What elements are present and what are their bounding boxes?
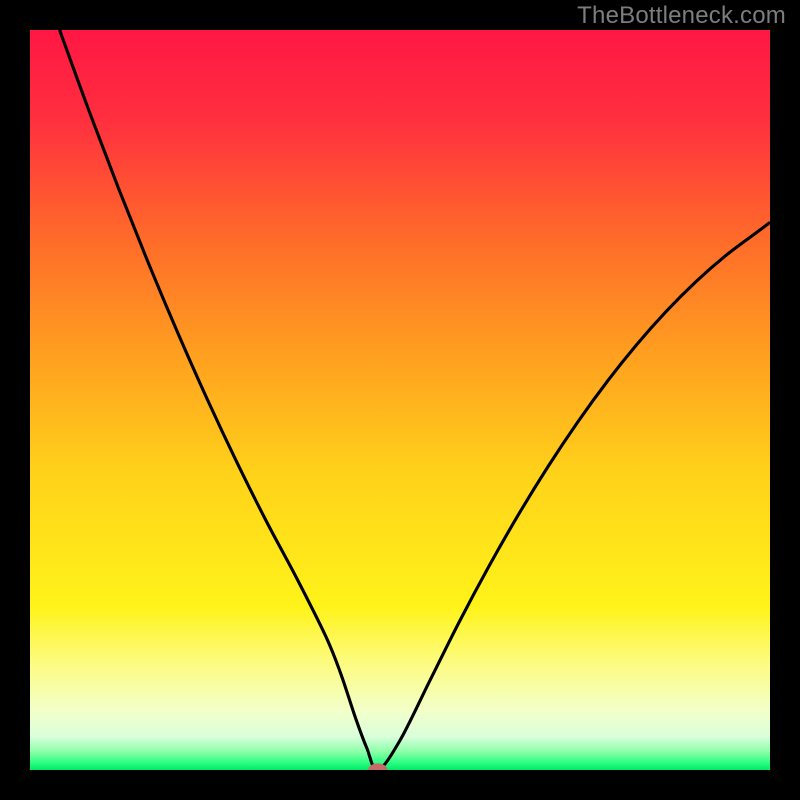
chart-frame: TheBottleneck.com (0, 0, 800, 800)
gradient-background (30, 30, 770, 770)
watermark-text: TheBottleneck.com (577, 2, 786, 30)
bottleneck-chart (30, 30, 770, 770)
